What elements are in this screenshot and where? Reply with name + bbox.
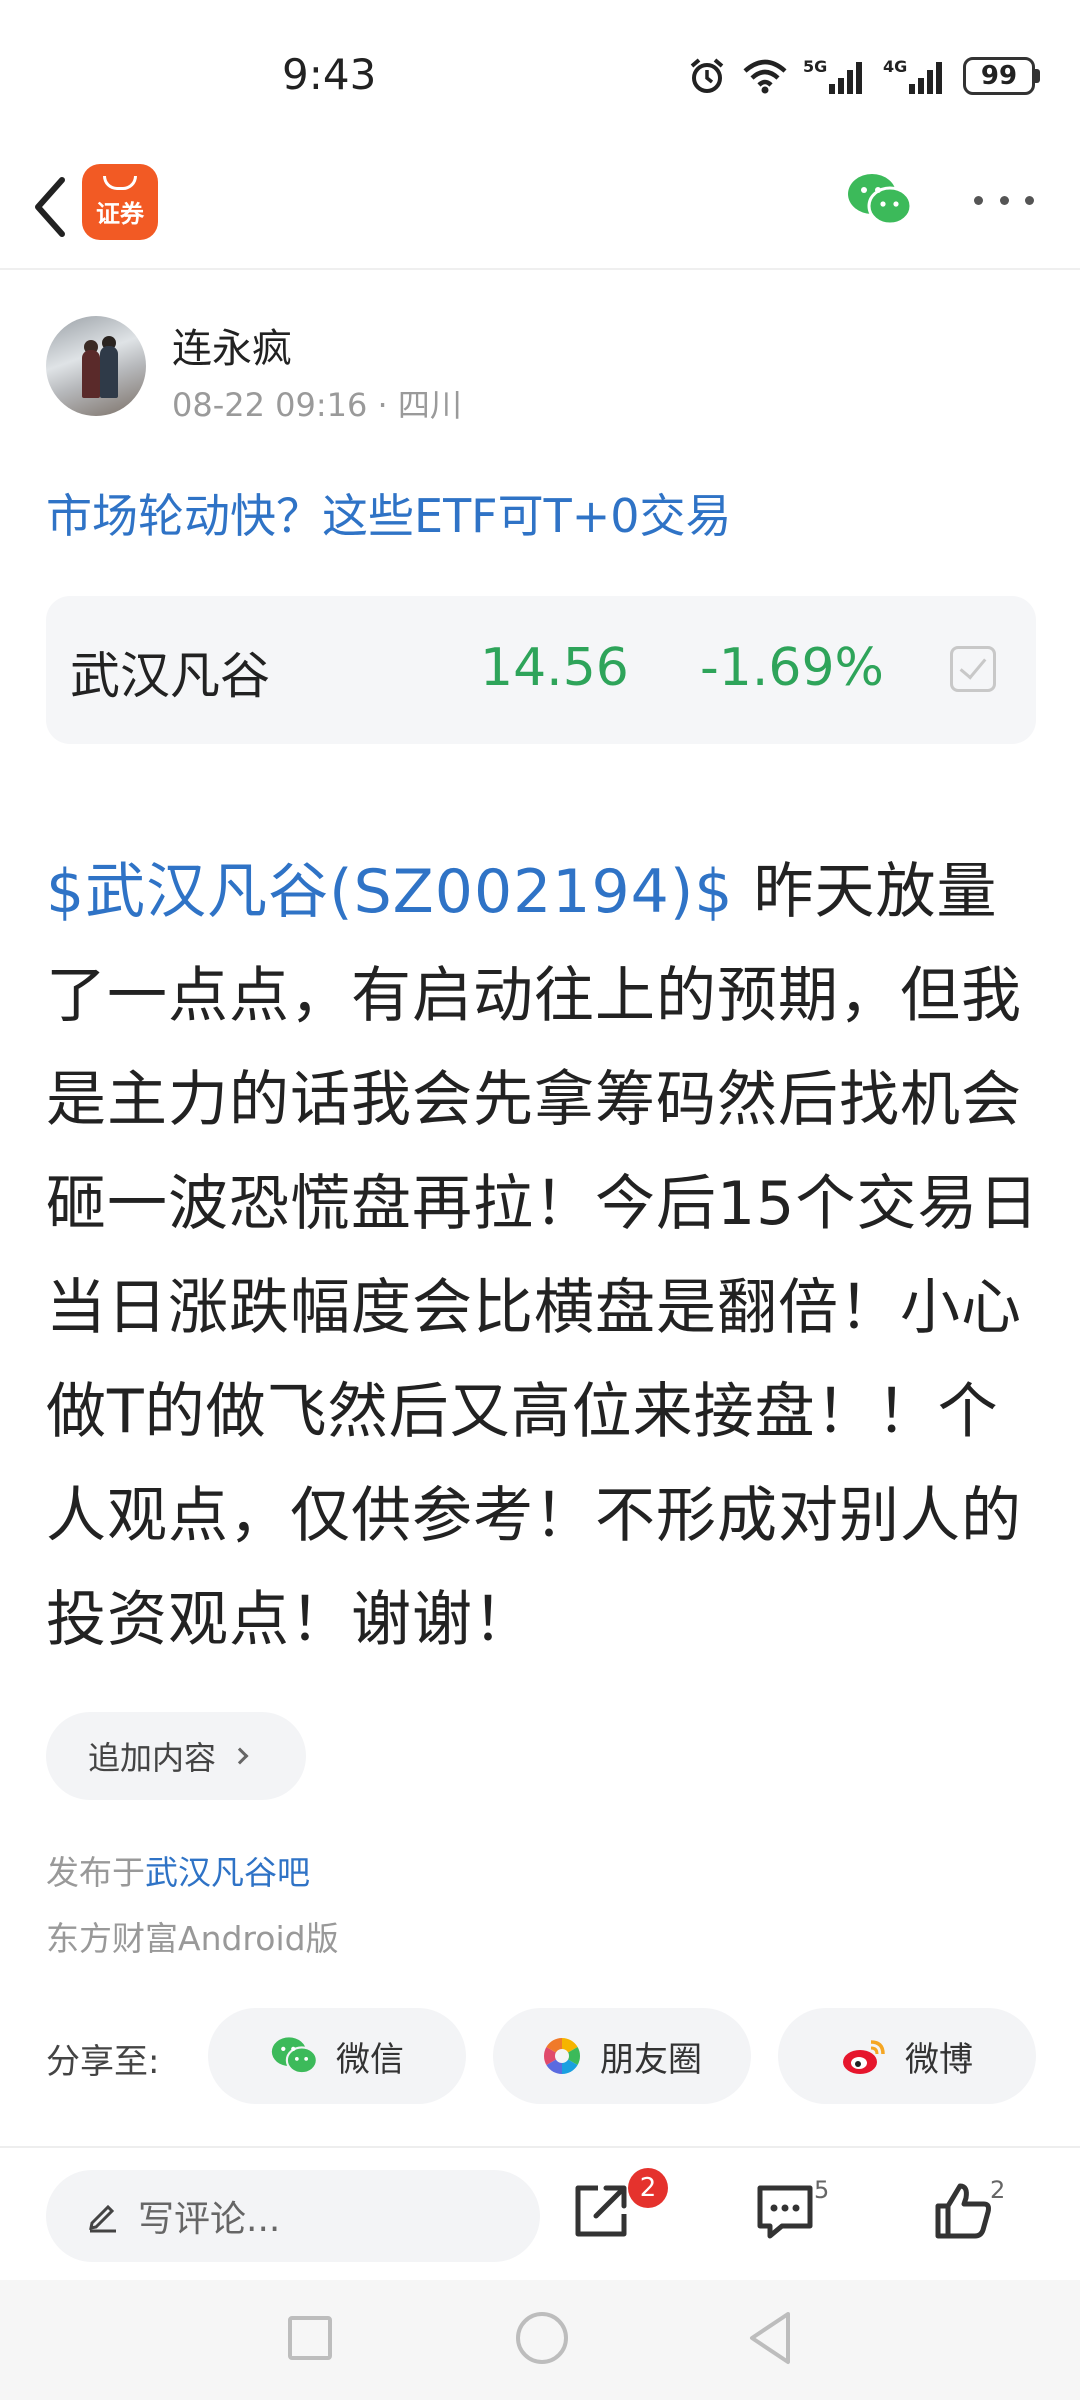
chevron-right-icon xyxy=(231,1747,249,1765)
like-count: 2 xyxy=(990,2176,1006,2204)
home-button[interactable] xyxy=(516,2312,568,2364)
app-logo-text: 证券 xyxy=(96,199,144,228)
append-content-label: 追加内容 xyxy=(88,1739,217,1777)
comment-input[interactable]: 写评论... xyxy=(46,2170,540,2262)
client-info: 东方财富Android版 xyxy=(46,1919,339,1958)
weibo-icon xyxy=(843,2040,885,2074)
share-weibo-button[interactable]: 微博 xyxy=(778,2008,1036,2104)
wechat-icon xyxy=(271,2037,318,2075)
chevron-left-icon xyxy=(35,177,65,237)
avatar[interactable] xyxy=(46,316,146,416)
status-bar: 9:43 5G 4G 99 xyxy=(0,0,1080,150)
network-4g-label: 4G xyxy=(883,57,907,76)
stock-quote-card[interactable]: 武汉凡谷 14.56 -1.69% xyxy=(46,596,1036,744)
status-time: 9:43 xyxy=(282,50,377,99)
share-wechat-label: 微信 xyxy=(336,2039,404,2080)
share-wechat-button[interactable]: 微信 xyxy=(208,2008,466,2104)
wechat-icon xyxy=(848,174,913,226)
system-back-button[interactable] xyxy=(746,2310,794,2370)
more-options-button[interactable] xyxy=(974,196,1034,210)
share-moments-label: 朋友圈 xyxy=(600,2039,702,2080)
add-watchlist-checkbox[interactable] xyxy=(950,646,996,692)
battery-icon: 99 xyxy=(963,57,1040,95)
network-5g-label: 5G xyxy=(803,57,827,76)
top-nav: 证券 xyxy=(0,150,1080,270)
moments-icon xyxy=(543,2038,581,2074)
share-out-icon xyxy=(575,2185,627,2237)
bottom-action-bar: 写评论... 2 5 2 xyxy=(0,2146,1080,2280)
author-header: 连永疯 08-22 09:16 · 四川 xyxy=(46,316,1036,426)
publish-prefix: 发布于 xyxy=(46,1853,145,1892)
pencil-icon xyxy=(89,2204,116,2233)
publish-info: 发布于武汉凡谷吧 xyxy=(46,1846,310,1894)
system-navigation-bar xyxy=(0,2280,1080,2400)
signal-5g-icon: 5G xyxy=(803,57,862,94)
post-meta: 08-22 09:16 · 四川 xyxy=(172,386,462,424)
append-content-button[interactable]: 追加内容 xyxy=(46,1712,306,1800)
comment-placeholder: 写评论... xyxy=(138,2199,281,2240)
forward-button[interactable] xyxy=(568,2178,634,2244)
comment-icon xyxy=(757,2185,813,2239)
stock-price: 14.56 xyxy=(480,638,629,698)
share-weibo-label: 微博 xyxy=(905,2039,973,2080)
alarm-icon xyxy=(690,58,724,93)
like-button[interactable] xyxy=(930,2178,996,2244)
stock-bar-link[interactable]: 武汉凡谷吧 xyxy=(145,1853,310,1892)
share-label: 分享至: xyxy=(46,2042,160,2082)
back-button[interactable] xyxy=(26,172,76,242)
post-text: 昨天放量了一点点，有启动往上的预期，但我是主力的话我会先拿筹码然后找机会砸一波恐… xyxy=(46,857,1040,1655)
status-icons: 5G 4G 99 xyxy=(687,56,1040,96)
wifi-icon xyxy=(743,59,787,94)
stock-name: 武汉凡谷 xyxy=(70,647,270,705)
author-name[interactable]: 连永疯 xyxy=(172,316,292,374)
share-count-badge: 2 xyxy=(628,2168,668,2208)
thumbs-up-icon xyxy=(935,2183,991,2239)
post-body: $武汉凡谷(SZ002194)$ 昨天放量了一点点，有启动往上的预期，但我是主力… xyxy=(46,840,1040,1672)
recent-apps-button[interactable] xyxy=(288,2316,332,2360)
stock-change: -1.69% xyxy=(700,638,884,698)
wechat-share-button[interactable] xyxy=(846,172,913,228)
share-row: 分享至: 微信 朋友圈 微博 xyxy=(0,2004,1080,2104)
signal-4g-icon: 4G xyxy=(883,57,942,94)
share-moments-button[interactable]: 朋友圈 xyxy=(493,2008,751,2104)
related-article-link[interactable]: 市场轮动快？这些ETF可T+0交易 xyxy=(46,480,732,546)
app-logo[interactable]: 证券 xyxy=(82,164,158,240)
stock-tag-link[interactable]: $武汉凡谷(SZ002194)$ xyxy=(46,857,733,927)
comments-button[interactable] xyxy=(752,2178,818,2244)
comment-count: 5 xyxy=(814,2176,830,2204)
battery-level: 99 xyxy=(963,57,1035,95)
triangle-back-icon xyxy=(750,2312,790,2364)
